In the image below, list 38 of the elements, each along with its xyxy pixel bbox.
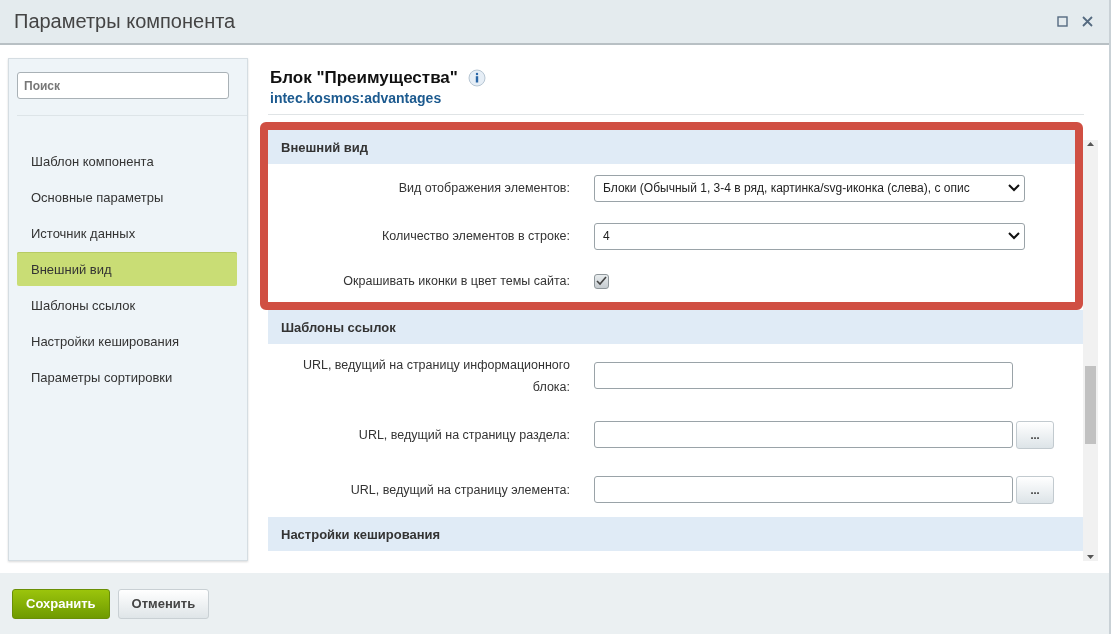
input-field[interactable]	[594, 421, 1013, 448]
maximize-icon[interactable]	[1057, 16, 1068, 27]
scroll-up-icon[interactable]	[1087, 142, 1094, 146]
info-icon[interactable]	[467, 69, 486, 87]
sidebar-item[interactable]: Источник данных	[17, 216, 237, 250]
sidebar-item[interactable]: Шаблоны ссылок	[17, 288, 237, 322]
window-title: Параметры компонента	[14, 10, 237, 33]
browse-button[interactable]: ...	[1016, 475, 1054, 504]
close-icon[interactable]	[1082, 16, 1093, 27]
scrollbar[interactable]	[1083, 140, 1098, 561]
field-label: URL, ведущий на страницу информационного блока:	[301, 356, 570, 396]
input-field[interactable]	[594, 476, 1013, 503]
dropdown[interactable]: Блоки (Обычный 1, 3-4 в ряд, картинка/svg-иконка (слева), с опис	[594, 174, 1025, 202]
field-label: Количество элементов в строке:	[380, 228, 570, 245]
browse-button[interactable]: ...	[1016, 420, 1054, 449]
sidebar-item[interactable]: Шаблон компонента	[17, 144, 237, 178]
section-header: Настройки кеширования	[268, 517, 1083, 551]
checkbox[interactable]	[594, 273, 609, 289]
field-label: Окрашивать иконки в цвет темы сайта:	[342, 273, 570, 290]
component-title: Блок "Преимущества"	[270, 68, 458, 88]
sidebar-item[interactable]: Параметры сортировки	[17, 360, 237, 394]
sidebar-item[interactable]: Настройки кеширования	[17, 324, 237, 358]
chevron-down-icon	[1008, 184, 1020, 192]
search-field[interactable]: Поиск	[17, 72, 229, 99]
field-label: URL, ведущий на страницу раздела:	[357, 426, 570, 444]
input-field[interactable]	[594, 362, 1013, 389]
sidebar-item[interactable]: Основные параметры	[17, 180, 237, 214]
dropdown[interactable]: 4	[594, 222, 1025, 250]
scrollbar-thumb[interactable]	[1085, 365, 1096, 444]
field-label: Вид отображения элементов:	[397, 180, 570, 197]
cancel-button[interactable]: Отменить	[117, 588, 210, 619]
field-label: URL, ведущий на страницу элемента:	[349, 481, 570, 499]
section-header: Шаблоны ссылок	[268, 310, 1083, 344]
component-code: intec.kosmos:advantages	[270, 90, 443, 106]
section-header: Внешний вид	[268, 130, 1075, 164]
sidebar-item[interactable]: Внешний вид	[17, 252, 237, 286]
scroll-down-icon[interactable]	[1087, 555, 1094, 559]
chevron-down-icon	[1008, 232, 1020, 240]
